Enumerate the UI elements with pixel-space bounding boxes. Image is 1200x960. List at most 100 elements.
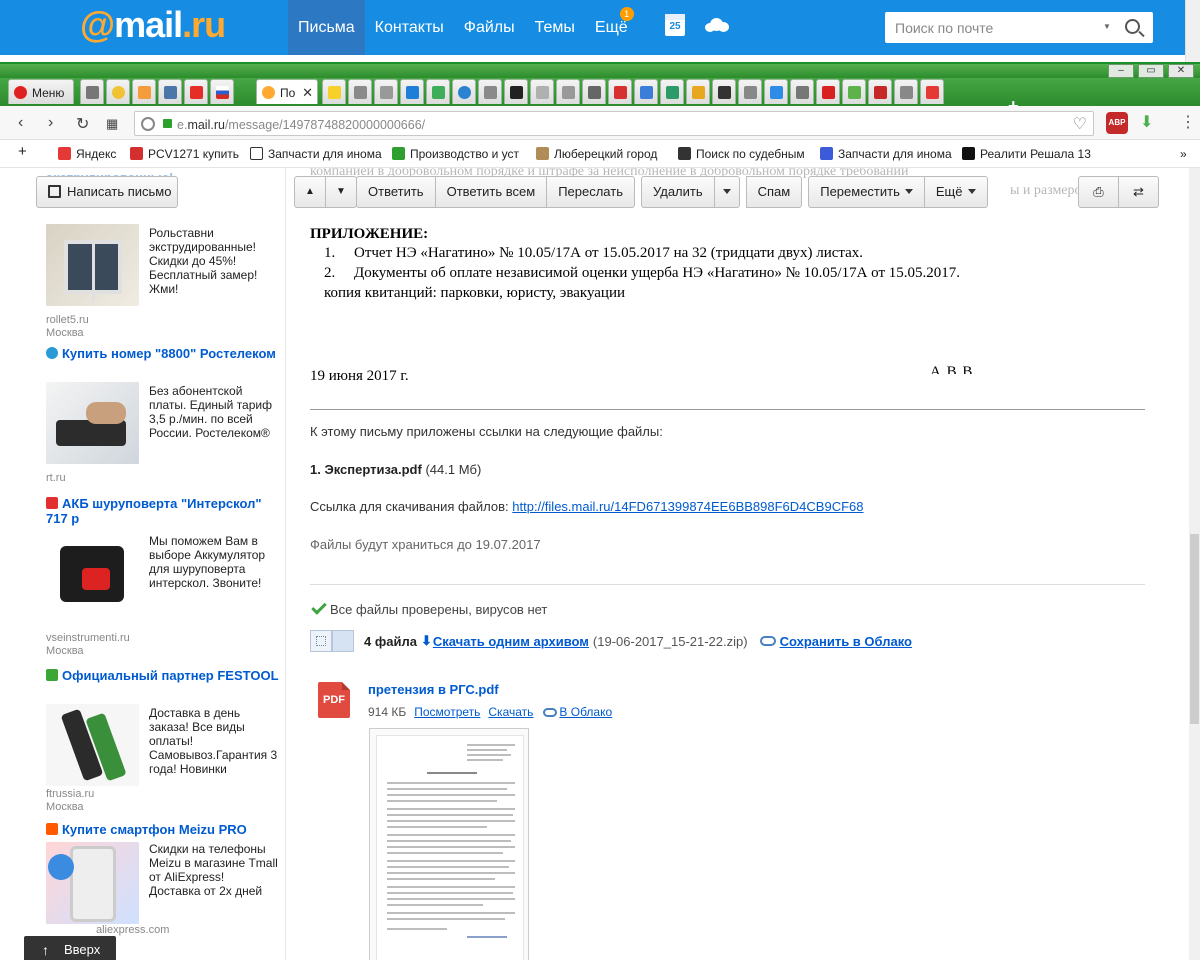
close-window-icon[interactable]: ✕ [1168,64,1194,78]
tab-pinned[interactable] [686,79,710,104]
search-dropdown-icon[interactable]: ▼ [1103,22,1111,31]
bookmark-item[interactable]: Поиск по судебным [678,147,805,161]
tab-menu[interactable]: Меню [8,79,74,104]
pdf-icon[interactable]: PDF [318,682,350,718]
attachment-name[interactable]: претензия в РГС.pdf [368,682,499,697]
to-cloud-link[interactable]: В Облако [559,705,612,719]
tab-pinned[interactable] [426,79,450,104]
grid-view-icon[interactable] [310,630,332,652]
tab-pinned[interactable] [210,79,234,104]
tab-pinned[interactable] [634,79,658,104]
download-link[interactable]: Скачать [488,705,533,719]
tab-pinned[interactable] [478,79,502,104]
nav-contacts[interactable]: Контакты [365,0,454,55]
maximize-icon[interactable]: ▭ [1138,64,1164,78]
tab-pinned[interactable] [842,79,866,104]
bookmark-item[interactable]: Производство и уст [392,147,519,161]
tab-pinned[interactable] [374,79,398,104]
compose-button[interactable]: Написать письмо [36,176,178,208]
mailru-logo[interactable]: @mail.ru [80,4,226,46]
tab-pinned[interactable] [322,79,346,104]
add-bookmark-icon[interactable]: + [18,143,27,160]
tab-pinned[interactable] [132,79,156,104]
tab-pinned[interactable] [504,79,528,104]
bookmark-item[interactable]: Запчасти для инома [820,147,952,161]
nav-more[interactable]: Ещё 1 [585,0,638,55]
nav-themes[interactable]: Темы [525,0,585,55]
print-button[interactable]: ⎙ [1078,176,1119,208]
bookmark-item[interactable]: PCV1271 купить [130,147,239,161]
ad-block[interactable]: АКБ шуруповерта "Интерскол" 717 р Мы пом… [46,496,281,657]
adblock-icon[interactable]: ABP 360 [1106,112,1128,149]
tab-pinned[interactable] [452,79,476,104]
list-view-icon[interactable] [332,630,354,652]
tab-pinned[interactable] [660,79,684,104]
ad-image[interactable] [46,704,139,786]
mail-search-input[interactable] [885,12,1100,43]
ad-title[interactable]: АКБ шуруповерта "Интерскол" 717 р [46,496,281,526]
speed-dial-icon[interactable]: ▦ [106,116,118,132]
nav-files[interactable]: Файлы [454,0,525,55]
bookmark-item[interactable]: Яндекс [58,147,116,161]
tab-pinned[interactable] [790,79,814,104]
tab-pinned[interactable] [582,79,606,104]
delete-button[interactable]: Удалить [640,176,715,208]
nav-letters[interactable]: Письма [288,0,365,55]
tab-pinned[interactable] [712,79,736,104]
ad-title[interactable]: Купите смартфон Meizu PRO [46,822,281,837]
page-scrollbar[interactable] [1189,168,1200,960]
tab-pinned[interactable] [894,79,918,104]
tab-pinned[interactable] [184,79,208,104]
download-all-link[interactable]: Скачать одним архивом [433,634,589,649]
ad-block[interactable]: Официальный партнер FESTOOL Доставка в д… [46,668,281,818]
tab-pinned[interactable] [556,79,580,104]
reply-button[interactable]: Ответить [356,176,436,208]
ad-image[interactable] [46,224,139,306]
tab-pinned[interactable] [764,79,788,104]
bookmark-item[interactable]: Люберецкий город [536,147,657,161]
forward-icon[interactable]: › [48,114,53,132]
menu-dots-icon[interactable]: ⋮ [1180,112,1196,132]
ad-block[interactable]: Рольставни экструдированные! Скидки до 4… [46,224,281,339]
tab-active-mail[interactable]: По ✕ [256,79,318,104]
back-icon[interactable]: ‹ [18,114,23,132]
heart-icon[interactable]: ♡ [1073,114,1087,134]
delete-dropdown-button[interactable] [713,176,740,208]
prev-message-button[interactable]: ▲ [294,176,326,208]
reload-icon[interactable]: ↻ [76,114,89,134]
more-button[interactable]: Ещё [923,176,988,208]
download-icon[interactable]: ⬇ [1140,112,1153,132]
spam-button[interactable]: Спам [745,176,803,208]
translate-button[interactable]: ⇄ [1118,176,1159,208]
next-message-button[interactable]: ▼ [325,176,357,208]
save-to-cloud-link[interactable]: Сохранить в Облако [780,634,912,649]
tab-pinned[interactable] [106,79,130,104]
search-icon[interactable] [1125,19,1140,34]
ad-image[interactable] [46,842,139,924]
cloud-icon[interactable] [705,18,729,32]
ad-image[interactable] [46,382,139,464]
outer-scrollbar[interactable] [1185,0,1200,62]
ad-image[interactable] [46,532,139,614]
address-bar[interactable]: e.mail.ru/message/14978748820000000666/ … [134,111,1094,136]
bookmark-item[interactable]: Реалити Решала 13 [962,147,1091,161]
tab-pinned[interactable] [348,79,372,104]
tab-pinned[interactable] [738,79,762,104]
tab-pinned[interactable] [530,79,554,104]
ad-title[interactable]: Купить номер "8800" Ростелеком [46,346,281,361]
forward-button[interactable]: Переслать [546,176,635,208]
reply-all-button[interactable]: Ответить всем [434,176,548,208]
move-button[interactable]: Переместить [808,176,925,208]
ad-title[interactable]: Официальный партнер FESTOOL [46,668,281,683]
scroll-top-button[interactable]: ↑ Вверх [24,936,116,960]
bookmark-item[interactable]: Запчасти для инома [250,147,382,161]
tab-pinned[interactable] [816,79,840,104]
tab-pinned[interactable] [868,79,892,104]
calendar-icon[interactable]: 25 [665,14,685,36]
tab-pinned[interactable] [158,79,182,104]
scrollbar-thumb[interactable] [1190,534,1199,724]
attachment-preview[interactable] [369,728,529,960]
minimize-icon[interactable]: – [1108,64,1134,78]
tab-pinned[interactable] [608,79,632,104]
bookmarks-overflow-icon[interactable]: » [1180,147,1187,161]
